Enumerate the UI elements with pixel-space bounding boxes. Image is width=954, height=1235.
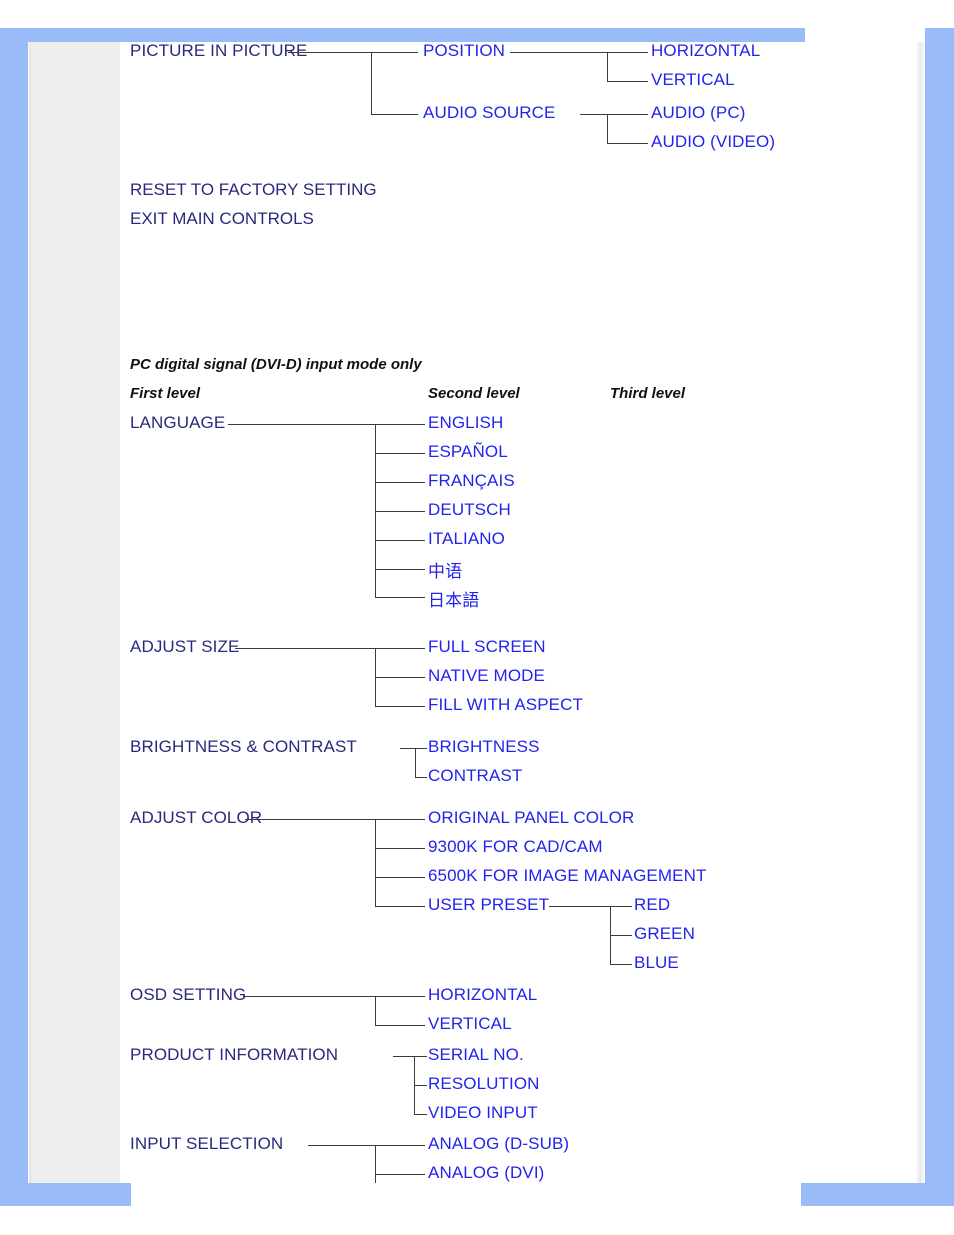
connector-language-item-3	[375, 511, 425, 512]
tree-node-user-preset-green[interactable]: GREEN	[634, 924, 695, 944]
connector-adjust-color-item-0	[375, 819, 425, 820]
tree-node-video-input[interactable]: VIDEO INPUT	[428, 1103, 538, 1123]
tree-node-input-selection[interactable]: INPUT SELECTION	[130, 1134, 283, 1154]
tree-node-osd-horizontal[interactable]: HORIZONTAL	[428, 985, 537, 1005]
tree-node-brightness-and-contrast[interactable]: BRIGHTNESS & CONTRAST	[130, 737, 357, 757]
tree-node-fill-with-aspect[interactable]: FILL WITH ASPECT	[428, 695, 583, 715]
connector-language-item-5	[375, 569, 425, 570]
tree-node-9300k-for-cad-cam[interactable]: 9300K FOR CAD/CAM	[428, 837, 603, 857]
connector-input-selection-root	[308, 1145, 376, 1146]
connector-pip-root	[288, 52, 372, 53]
connector-user-preset-green	[610, 935, 632, 936]
connector-adjust-size-item-0	[375, 648, 425, 649]
connector-position-to-horizontal	[607, 52, 648, 53]
tree-node-reset-to-factory-setting[interactable]: RESET TO FACTORY SETTING	[130, 180, 377, 200]
connector-osd-setting-item-0	[375, 996, 425, 997]
tree-node-serial-no[interactable]: SERIAL NO.	[428, 1045, 524, 1065]
connector-audio-source-root	[580, 114, 608, 115]
tree-node-analog-dvi[interactable]: ANALOG (DVI)	[428, 1163, 544, 1183]
column-header-third-level: Third level	[610, 385, 686, 402]
connector-position-to-vertical	[607, 81, 648, 82]
connector-product-info-item-2	[414, 1114, 427, 1115]
tree-node-language-english[interactable]: ENGLISH	[428, 413, 503, 433]
tree-node-language-chinese[interactable]: 中语	[428, 557, 462, 582]
connector-audio-to-pc	[607, 114, 648, 115]
tree-node-language[interactable]: LANGUAGE	[130, 413, 225, 433]
tree-node-language-deutsch[interactable]: DEUTSCH	[428, 500, 511, 520]
connector-user-preset-blue	[610, 964, 632, 965]
tree-node-position-vertical[interactable]: VERTICAL	[651, 70, 735, 90]
connector-adjust-color-item-3	[375, 906, 425, 907]
connector-user-preset-root	[549, 906, 611, 907]
connector-product-info-item-1	[414, 1085, 427, 1086]
column-header-first-level: First level	[130, 385, 201, 402]
tree-node-user-preset[interactable]: USER PRESET	[428, 895, 549, 915]
connector-adjust-size-item-1	[375, 677, 425, 678]
tree-node-language-espanol[interactable]: ESPAÑOL	[428, 442, 508, 462]
osd-tree-diagram: PICTURE IN PICTURE POSITION HORIZONTAL V…	[0, 0, 954, 1235]
connector-pip-spine	[371, 52, 372, 115]
connector-input-selection-item-0	[375, 1145, 425, 1146]
connector-osd-setting-spine	[375, 996, 376, 1025]
tree-node-6500k-for-image-management[interactable]: 6500K FOR IMAGE MANAGEMENT	[428, 866, 706, 886]
tree-node-product-information[interactable]: PRODUCT INFORMATION	[130, 1045, 338, 1065]
connector-adjust-color-spine	[375, 819, 376, 906]
connector-adjust-color-item-2	[375, 877, 425, 878]
connector-osd-setting-root	[243, 996, 376, 997]
tree-node-language-italiano[interactable]: ITALIANO	[428, 529, 505, 549]
tree-node-position-horizontal[interactable]: HORIZONTAL	[651, 41, 760, 61]
connector-audio-to-video	[607, 143, 648, 144]
tree-node-user-preset-red[interactable]: RED	[634, 895, 670, 915]
connector-brightness-spine	[415, 748, 416, 777]
tree-node-analog-d-sub[interactable]: ANALOG (D-SUB)	[428, 1134, 569, 1154]
tree-node-exit-main-controls[interactable]: EXIT MAIN CONTROLS	[130, 209, 314, 229]
tree-node-osd-setting[interactable]: OSD SETTING	[130, 985, 246, 1005]
connector-pip-to-position	[371, 52, 418, 53]
tree-node-full-screen[interactable]: FULL SCREEN	[428, 637, 546, 657]
tree-node-adjust-color[interactable]: ADJUST COLOR	[130, 808, 262, 828]
tree-node-audio-video[interactable]: AUDIO (VIDEO)	[651, 132, 775, 152]
tree-node-position[interactable]: POSITION	[423, 41, 505, 61]
tree-node-audio-pc[interactable]: AUDIO (PC)	[651, 103, 746, 123]
connector-position-root	[510, 52, 608, 53]
connector-language-item-1	[375, 453, 425, 454]
connector-language-item-0	[375, 424, 425, 425]
connector-input-selection-spine	[375, 1145, 376, 1183]
tree-node-audio-source[interactable]: AUDIO SOURCE	[423, 103, 556, 123]
connector-brightness-root	[400, 748, 416, 749]
connector-language-item-4	[375, 540, 425, 541]
connector-input-selection-item-1	[375, 1174, 425, 1175]
connector-position-spine	[607, 52, 608, 82]
connector-language-root	[228, 424, 376, 425]
tree-node-brightness[interactable]: BRIGHTNESS	[428, 737, 540, 757]
tree-node-original-panel-color[interactable]: ORIGINAL PANEL COLOR	[428, 808, 634, 828]
connector-osd-setting-item-1	[375, 1025, 425, 1026]
connector-pip-to-audio-source	[371, 114, 418, 115]
tree-node-resolution[interactable]: RESOLUTION	[428, 1074, 540, 1094]
tree-node-contrast[interactable]: CONTRAST	[428, 766, 522, 786]
connector-adjust-size-item-2	[375, 706, 425, 707]
connector-adjust-color-item-1	[375, 848, 425, 849]
dvi-mode-note: PC digital signal (DVI-D) input mode onl…	[130, 356, 422, 373]
column-header-second-level: Second level	[428, 385, 520, 402]
connector-product-info-root	[393, 1056, 415, 1057]
connector-language-item-2	[375, 482, 425, 483]
tree-node-user-preset-blue[interactable]: BLUE	[634, 953, 679, 973]
connector-adjust-color-root	[245, 819, 376, 820]
tree-node-osd-vertical[interactable]: VERTICAL	[428, 1014, 512, 1034]
tree-node-language-japanese[interactable]: 日本語	[428, 586, 479, 611]
connector-product-info-item-0	[414, 1056, 427, 1057]
tree-node-native-mode[interactable]: NATIVE MODE	[428, 666, 545, 686]
connector-brightness-item-0	[415, 748, 427, 749]
connector-brightness-item-1	[415, 777, 427, 778]
tree-node-picture-in-picture[interactable]: PICTURE IN PICTURE	[130, 41, 307, 61]
connector-audio-source-spine	[607, 114, 608, 144]
connector-adjust-size-root	[235, 648, 376, 649]
connector-language-item-6	[375, 597, 425, 598]
tree-node-adjust-size[interactable]: ADJUST SIZE	[130, 637, 239, 657]
tree-node-language-francais[interactable]: FRANÇAIS	[428, 471, 515, 491]
connector-user-preset-red	[610, 906, 632, 907]
